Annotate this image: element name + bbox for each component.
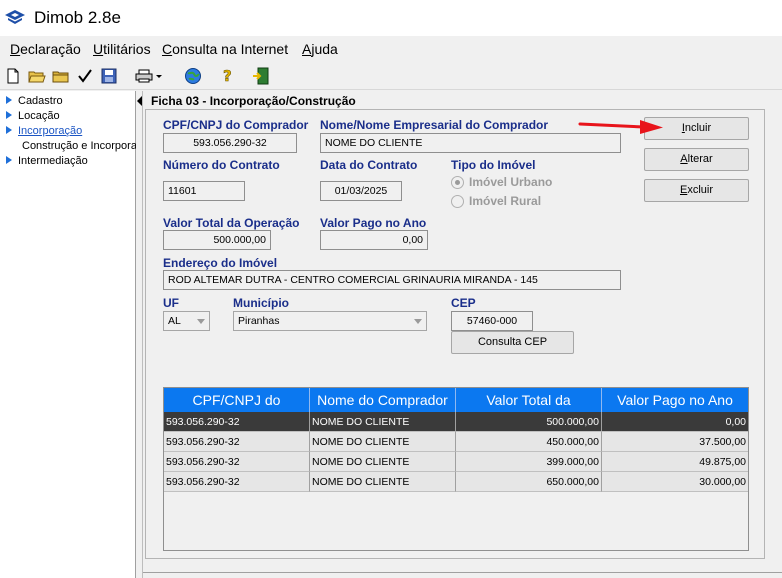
sidebar-subitem-construcao[interactable]: Construção e Incorporação (22, 140, 136, 152)
sidebar-item-cadastro[interactable]: Cadastro (6, 95, 63, 107)
cpf-label: CPF/CNPJ do Comprador (163, 118, 309, 132)
open-folder-icon[interactable] (28, 67, 46, 85)
radio-imovel-rural[interactable]: Imóvel Rural (451, 194, 541, 208)
cell-cpf: 593.056.290-32 (164, 472, 310, 492)
radio-dot (451, 175, 464, 189)
chevron-down-icon (197, 319, 205, 324)
title-bar: Dimob 2.8e (0, 0, 782, 36)
cell-valor-total: 500.000,00 (456, 412, 602, 432)
menu-declaracao[interactable]: Declaração (10, 41, 81, 57)
window-title: Dimob 2.8e (34, 8, 121, 27)
cell-valor-total: 650.000,00 (456, 472, 602, 492)
comprador-table: CPF/CNPJ do Nome do Comprador Valor Tota… (163, 387, 749, 551)
table-header: CPF/CNPJ do Nome do Comprador Valor Tota… (164, 388, 748, 412)
consulta-cep-button[interactable]: Consulta CEP (451, 331, 574, 354)
contrato-label: Número do Contrato (163, 158, 280, 172)
data-contrato-label: Data do Contrato (320, 158, 418, 172)
sidebar-item-incorporacao[interactable]: Incorporação (6, 125, 82, 137)
menu-ajuda[interactable]: Ajuda (302, 41, 338, 57)
menu-bar: Declaração Utilitários Consulta na Inter… (0, 36, 782, 62)
cell-cpf: 593.056.290-32 (164, 432, 310, 452)
column-header-nome[interactable]: Nome do Comprador (310, 388, 456, 412)
toolbar: ? (0, 62, 782, 90)
table-row[interactable]: 593.056.290-32 NOME DO CLIENTE 500.000,0… (164, 412, 748, 432)
endereco-field[interactable]: ROD ALTEMAR DUTRA - CENTRO COMERCIAL GRI… (163, 270, 621, 290)
cell-valor-pago: 49.875,00 (602, 452, 748, 472)
expand-arrow-icon (6, 156, 12, 164)
cell-valor-pago: 30.000,00 (602, 472, 748, 492)
column-header-valor-total[interactable]: Valor Total da (456, 388, 602, 412)
exit-icon[interactable] (252, 67, 270, 85)
endereco-label: Endereço do Imóvel (163, 256, 278, 270)
radio-dot (451, 194, 464, 208)
cell-valor-pago: 37.500,00 (602, 432, 748, 452)
cell-nome: NOME DO CLIENTE (310, 412, 456, 432)
app-logo-icon (5, 10, 25, 24)
nome-field[interactable]: NOME DO CLIENTE (320, 133, 621, 153)
cell-nome: NOME DO CLIENTE (310, 452, 456, 472)
expand-arrow-icon (6, 96, 12, 104)
cell-valor-total: 450.000,00 (456, 432, 602, 452)
expand-arrow-icon (6, 126, 12, 134)
uf-label: UF (163, 296, 179, 310)
data-contrato-field[interactable]: 01/03/2025 (320, 181, 402, 201)
section-title: Ficha 03 - Incorporação/Construção (151, 94, 356, 108)
cell-cpf: 593.056.290-32 (164, 412, 310, 432)
alterar-button[interactable]: Alterar (644, 148, 749, 171)
cpf-field[interactable]: 593.056.290-32 (163, 133, 297, 153)
globe-icon[interactable] (184, 67, 202, 85)
valor-pago-label: Valor Pago no Ano (320, 216, 427, 230)
uf-select[interactable]: AL (163, 311, 210, 331)
sidebar-item-intermediacao[interactable]: Intermediação (6, 155, 88, 167)
cep-field[interactable]: 57460-000 (451, 311, 533, 331)
cell-valor-total: 399.000,00 (456, 452, 602, 472)
annotation-arrow-icon (578, 120, 663, 134)
municipio-label: Município (233, 296, 289, 310)
valor-total-field[interactable]: 500.000,00 (163, 230, 271, 250)
help-icon[interactable]: ? (218, 67, 236, 85)
municipio-select[interactable]: Piranhas (233, 311, 427, 331)
cell-nome: NOME DO CLIENTE (310, 432, 456, 452)
sidebar-item-locacao[interactable]: Locação (6, 110, 60, 122)
contrato-field[interactable]: 11601 (163, 181, 245, 201)
radio-imovel-urbano[interactable]: Imóvel Urbano (451, 175, 552, 189)
print-icon[interactable] (134, 67, 164, 85)
folder-icon[interactable] (52, 67, 70, 85)
column-header-valor-pago[interactable]: Valor Pago no Ano (602, 388, 748, 412)
column-header-cpf[interactable]: CPF/CNPJ do (164, 388, 310, 412)
cep-label: CEP (451, 296, 476, 310)
cell-cpf: 593.056.290-32 (164, 452, 310, 472)
menu-utilitarios[interactable]: Utilitários (93, 41, 151, 57)
divider (143, 572, 782, 573)
excluir-button[interactable]: Excluir (644, 179, 749, 202)
menu-consulta-internet[interactable]: Consulta na Internet (162, 41, 288, 57)
valor-pago-field[interactable]: 0,00 (320, 230, 428, 250)
check-icon[interactable] (76, 67, 94, 85)
table-row[interactable]: 593.056.290-32 NOME DO CLIENTE 450.000,0… (164, 432, 748, 452)
navigation-tree: Cadastro Locação Incorporação Construção… (0, 91, 136, 578)
table-row[interactable]: 593.056.290-32 NOME DO CLIENTE 399.000,0… (164, 452, 748, 472)
cell-valor-pago: 0,00 (602, 412, 748, 432)
table-row[interactable]: 593.056.290-32 NOME DO CLIENTE 650.000,0… (164, 472, 748, 492)
svg-text:?: ? (223, 67, 232, 85)
valor-total-label: Valor Total da Operação (163, 216, 300, 230)
new-file-icon[interactable] (4, 67, 22, 85)
collapse-arrow-icon[interactable] (137, 96, 142, 106)
panel-splitter[interactable] (136, 91, 143, 578)
expand-arrow-icon (6, 111, 12, 119)
tipo-imovel-label: Tipo do Imóvel (451, 158, 536, 172)
cell-nome: NOME DO CLIENTE (310, 472, 456, 492)
nome-label: Nome/Nome Empresarial do Comprador (320, 118, 549, 132)
save-icon[interactable] (100, 67, 118, 85)
chevron-down-icon (414, 319, 422, 324)
